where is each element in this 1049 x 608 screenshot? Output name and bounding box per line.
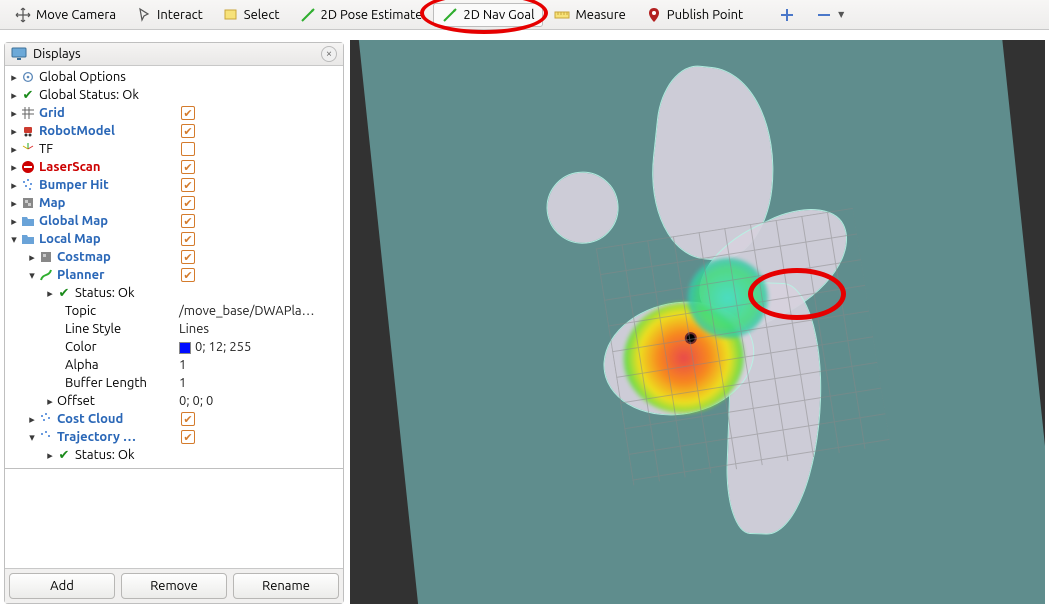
tree-item-grid[interactable]: ▸Grid (5, 104, 343, 122)
tree-item-robotmodel[interactable]: ▸RobotModel (5, 122, 343, 140)
cursor-icon (136, 7, 152, 23)
robot-icon (21, 124, 35, 138)
remove-button[interactable]: Remove (121, 573, 227, 599)
pose-estimate-label: 2D Pose Estimate (321, 8, 423, 22)
tree-item-laserscan[interactable]: ▸LaserScan (5, 158, 343, 176)
map-icon (39, 250, 53, 264)
pointcloud-icon (21, 178, 35, 192)
add-button[interactable]: Add (9, 573, 115, 599)
tree-item-global-options[interactable]: ▸Global Options (5, 68, 343, 86)
interact-label: Interact (157, 8, 203, 22)
move-camera-icon (15, 7, 31, 23)
measure-tool[interactable]: Measure (545, 3, 634, 27)
tree-item-costcloud[interactable]: ▸Cost Cloud (5, 410, 343, 428)
tree-item-bumperhit[interactable]: ▸Bumper Hit (5, 176, 343, 194)
displays-panel: Displays × ▸Global Options ▸✔Global Stat… (4, 42, 344, 604)
checkbox[interactable] (181, 412, 195, 426)
tree-item-trajectory-status[interactable]: ▸✔Status: Ok (5, 446, 343, 464)
gear-icon (21, 70, 35, 84)
rename-button[interactable]: Rename (233, 573, 339, 599)
tree-item-trajectory[interactable]: ▾Trajectory … (5, 428, 343, 446)
checkbox[interactable] (181, 430, 195, 444)
pointcloud-icon (39, 412, 53, 426)
occupancy-map (358, 40, 1045, 604)
panel-titlebar[interactable]: Displays × (5, 43, 343, 66)
stop-icon (21, 160, 35, 174)
tree-prop-offset[interactable]: ▸Offset0; 0; 0 (5, 392, 343, 410)
pose-estimate-tool[interactable]: 2D Pose Estimate (291, 3, 432, 27)
local-grid (596, 208, 890, 486)
checkbox[interactable] (181, 232, 195, 246)
3d-render-view[interactable] (350, 40, 1045, 604)
tree-prop-color[interactable]: Color0; 12; 255 (5, 338, 343, 356)
close-icon[interactable]: × (321, 46, 337, 62)
check-icon: ✔ (55, 448, 73, 463)
path-icon (39, 268, 53, 282)
tree-prop-topic[interactable]: Topic/move_base/DWAPla… (5, 302, 343, 320)
description-area (5, 469, 343, 568)
checkbox[interactable] (181, 106, 195, 120)
tree-prop-linestyle[interactable]: Line StyleLines (5, 320, 343, 338)
move-camera-label: Move Camera (36, 8, 116, 22)
checkbox[interactable] (181, 196, 195, 210)
checkbox[interactable] (181, 250, 195, 264)
checkbox[interactable] (181, 160, 195, 174)
marker-icon (646, 7, 662, 23)
select-icon (223, 7, 239, 23)
move-camera-tool[interactable]: Move Camera (6, 3, 125, 27)
display-tree[interactable]: ▸Global Options ▸✔Global Status: Ok ▸Gri… (5, 66, 343, 469)
plus-icon (779, 7, 795, 23)
checkbox[interactable] (181, 178, 195, 192)
grid-icon (21, 106, 35, 120)
tree-item-globalmap[interactable]: ▸Global Map (5, 212, 343, 230)
interact-tool[interactable]: Interact (127, 3, 212, 27)
measure-label: Measure (575, 8, 625, 22)
panel-button-bar: Add Remove Rename (5, 568, 343, 603)
publish-point-tool[interactable]: Publish Point (637, 3, 752, 27)
tree-item-localmap[interactable]: ▾Local Map (5, 230, 343, 248)
tree-prop-bufferlength[interactable]: Buffer Length1 (5, 374, 343, 392)
select-label: Select (244, 8, 280, 22)
axes-icon (21, 142, 35, 156)
monitor-icon (11, 46, 27, 62)
ruler-icon (554, 7, 570, 23)
remove-tool-button[interactable]: ▼ (812, 3, 849, 27)
folder-icon (21, 214, 35, 228)
check-icon: ✔ (19, 88, 37, 103)
tree-item-map[interactable]: ▸Map (5, 194, 343, 212)
nav-goal-tool[interactable]: 2D Nav Goal (433, 3, 543, 27)
nav-goal-label: 2D Nav Goal (463, 8, 534, 22)
tree-item-planner-status[interactable]: ▸✔Status: Ok (5, 284, 343, 302)
tree-item-tf[interactable]: ▸TF (5, 140, 343, 158)
publish-point-label: Publish Point (667, 8, 743, 22)
map-icon (21, 196, 35, 210)
arrow-green-icon (300, 7, 316, 23)
checkbox[interactable] (181, 142, 195, 156)
checkbox[interactable] (181, 214, 195, 228)
panel-title: Displays (33, 47, 321, 61)
tree-item-global-status[interactable]: ▸✔Global Status: Ok (5, 86, 343, 104)
color-swatch (179, 342, 191, 354)
tree-item-costmap[interactable]: ▸Costmap (5, 248, 343, 266)
minus-icon (817, 7, 833, 23)
check-icon: ✔ (55, 286, 73, 301)
tree-item-planner[interactable]: ▾Planner (5, 266, 343, 284)
pointcloud-icon (39, 430, 53, 444)
checkbox[interactable] (181, 268, 195, 282)
folder-icon (21, 232, 35, 246)
checkbox[interactable] (181, 124, 195, 138)
tree-prop-alpha[interactable]: Alpha1 (5, 356, 343, 374)
main-toolbar: Move Camera Interact Select 2D Pose Esti… (0, 0, 1049, 30)
select-tool[interactable]: Select (214, 3, 289, 27)
arrow-green-icon (442, 7, 458, 23)
add-tool-button[interactable] (774, 3, 800, 27)
chevron-down-icon: ▼ (838, 10, 844, 19)
